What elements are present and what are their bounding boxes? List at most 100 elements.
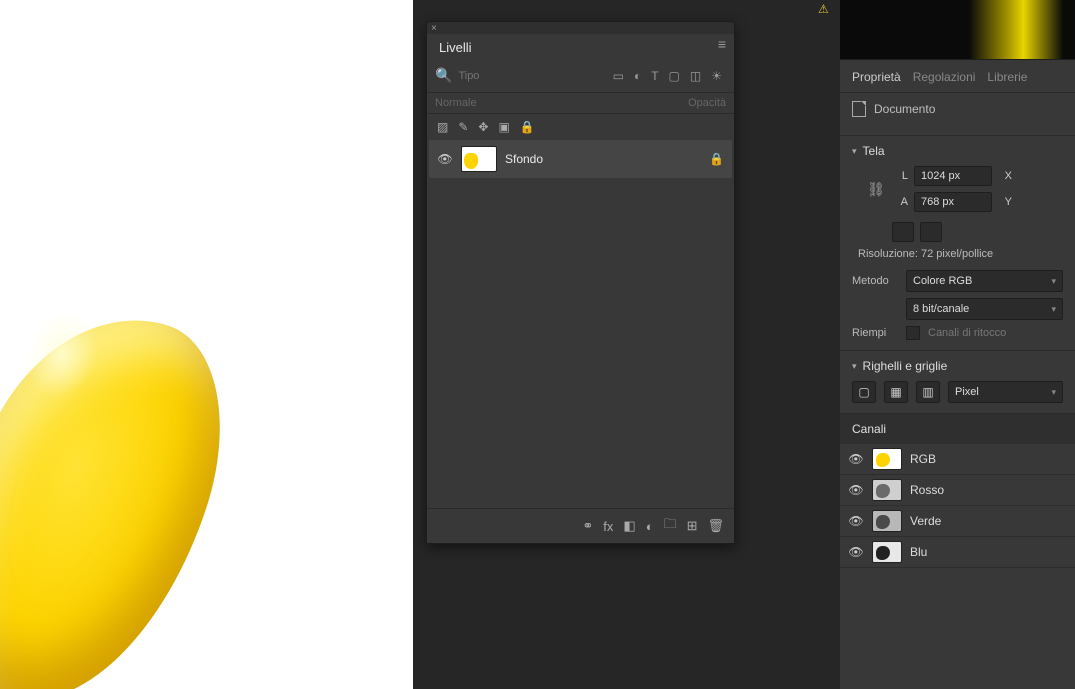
tab-properties[interactable]: Proprietà <box>852 70 901 84</box>
link-dimensions-icon[interactable]: ⛓ <box>862 181 890 198</box>
width-axis: X <box>1000 170 1012 182</box>
channel-name: Rosso <box>910 483 944 497</box>
bit-depth-select[interactable]: 8 bit/canale ▾ <box>906 298 1063 320</box>
panel-title: Livelli <box>439 40 472 55</box>
chevron-down-icon: ▾ <box>1051 304 1056 315</box>
lock-brush-icon[interactable]: ✎ <box>458 120 468 134</box>
metodo-label: Metodo <box>852 275 898 287</box>
lock-row: ▨ ✎ ✥ ▣ 🔒 <box>427 114 734 140</box>
filter-smart-icon[interactable]: ◫ <box>690 69 701 83</box>
channel-name: Verde <box>910 514 941 528</box>
link-layers-icon[interactable]: ⚭ <box>582 518 593 534</box>
tab-libraries[interactable]: Librerie <box>987 70 1027 84</box>
new-layer-icon[interactable]: ⊞ <box>687 518 698 534</box>
layer-row[interactable]: 👁 Sfondo 🔒 <box>429 140 732 178</box>
panel-drag-bar[interactable]: × <box>427 22 734 34</box>
orientation-landscape-button[interactable] <box>920 222 942 242</box>
width-letter: L <box>896 170 908 182</box>
filter-toggle-icon[interactable]: ☀ <box>711 69 722 83</box>
layer-filter-input[interactable] <box>458 70 600 82</box>
layer-thumbnail[interactable] <box>461 146 497 172</box>
bit-depth-value: 8 bit/canale <box>913 303 969 315</box>
channel-thumbnail <box>872 448 902 470</box>
rulers-toggle-button[interactable]: ▢ <box>852 381 876 403</box>
right-column: Proprietà Regolazioni Librerie Documento… <box>840 0 1075 689</box>
height-letter: A <box>896 196 908 208</box>
unit-value: Pixel <box>955 386 979 398</box>
fx-icon[interactable]: fx <box>603 519 613 534</box>
channel-name: Blu <box>910 545 927 559</box>
channel-thumbnail <box>872 541 902 563</box>
channel-thumbnail <box>872 479 902 501</box>
layers-panel: × Livelli ≡ 🔍 ▭ ◐ T ▢ ◫ ☀ Normale Opacit… <box>426 21 735 544</box>
color-mode-value: Colore RGB <box>913 275 972 287</box>
filter-type-icon[interactable]: T <box>651 69 658 83</box>
filter-icons: ▭ ◐ T ▢ ◫ ☀ <box>613 69 726 83</box>
blend-row: Normale Opacità <box>427 93 734 114</box>
chevron-down-icon: ▾ <box>1051 387 1056 398</box>
chevron-down-icon: ▾ <box>1051 276 1056 287</box>
channel-thumbnail <box>872 510 902 532</box>
document-header-section: Documento <box>840 93 1075 136</box>
fill-aux-label: Canali di ritocco <box>928 327 1006 339</box>
channel-row-red[interactable]: 👁 Rosso <box>840 475 1075 506</box>
tela-collapse[interactable]: Tela <box>852 144 1063 158</box>
mask-icon[interactable]: ◧ <box>623 518 635 534</box>
adjustment-icon[interactable]: ◐ <box>646 519 654 534</box>
canvas[interactable] <box>0 0 413 689</box>
close-panel-icon[interactable]: × <box>431 23 437 34</box>
document-icon <box>852 101 866 117</box>
channel-row-rgb[interactable]: 👁 RGB <box>840 444 1075 475</box>
lock-icon[interactable]: 🔒 <box>709 152 724 166</box>
delete-icon[interactable]: 🗑 <box>707 518 724 534</box>
tab-adjustments[interactable]: Regolazioni <box>913 70 976 84</box>
fill-label: Riempi <box>852 327 898 339</box>
width-input[interactable] <box>914 166 992 186</box>
visibility-eye-icon[interactable]: 👁 <box>848 483 864 497</box>
fill-checkbox[interactable] <box>906 326 920 340</box>
lock-all-icon[interactable]: 🔒 <box>520 120 535 134</box>
rulers-label: Righelli e griglie <box>863 359 948 373</box>
visibility-eye-icon[interactable]: 👁 <box>437 152 453 166</box>
resolution-text: Risoluzione: 72 pixel/pollice <box>858 248 1063 260</box>
channel-row-green[interactable]: 👁 Verde <box>840 506 1075 537</box>
unit-select[interactable]: Pixel ▾ <box>948 381 1063 403</box>
panel-header: Livelli ≡ <box>427 34 734 63</box>
group-icon[interactable]: 🗀 <box>664 515 677 537</box>
rulers-section: Righelli e griglie ▢ ▦ ▥ Pixel ▾ <box>840 351 1075 414</box>
lock-pixels-icon[interactable]: ▨ <box>437 120 448 134</box>
visibility-eye-icon[interactable]: 👁 <box>848 514 864 528</box>
channels-panel-title[interactable]: Canali <box>840 414 1075 444</box>
layers-footer: ⚭ fx ◧ ◐ 🗀 ⊞ 🗑 <box>427 508 734 543</box>
panel-menu-icon[interactable]: ≡ <box>718 36 726 52</box>
layers-empty-area[interactable] <box>427 178 734 508</box>
visibility-eye-icon[interactable]: 👁 <box>848 545 864 559</box>
opacity-label: Opacità <box>688 97 726 109</box>
channel-name: RGB <box>910 452 936 466</box>
navigator-preview[interactable] <box>840 0 1075 60</box>
height-axis: Y <box>1000 196 1012 208</box>
artwork-yellow-object <box>0 283 256 689</box>
grid-toggle-button[interactable]: ▦ <box>884 381 908 403</box>
properties-tabs: Proprietà Regolazioni Librerie <box>840 60 1075 93</box>
channel-list: 👁 RGB 👁 Rosso 👁 Verde 👁 Blu <box>840 444 1075 568</box>
guides-toggle-button[interactable]: ▥ <box>916 381 940 403</box>
lock-artboard-icon[interactable]: ▣ <box>498 120 509 134</box>
lock-move-icon[interactable]: ✥ <box>478 120 488 134</box>
channel-row-blue[interactable]: 👁 Blu <box>840 537 1075 568</box>
layer-filter-row: 🔍 ▭ ◐ T ▢ ◫ ☀ <box>427 63 734 93</box>
tela-label: Tela <box>863 144 885 158</box>
color-mode-select[interactable]: Colore RGB ▾ <box>906 270 1063 292</box>
filter-pixel-icon[interactable]: ▭ <box>613 69 624 83</box>
canvas-section: Tela ⛓ L X A Y Risoluzione: 72 pixel/pol… <box>840 136 1075 351</box>
visibility-eye-icon[interactable]: 👁 <box>848 452 864 466</box>
layer-name[interactable]: Sfondo <box>505 152 701 166</box>
filter-shape-icon[interactable]: ▢ <box>669 69 680 83</box>
rulers-collapse[interactable]: Righelli e griglie <box>852 359 1063 373</box>
height-input[interactable] <box>914 192 992 212</box>
orientation-portrait-button[interactable] <box>892 222 914 242</box>
search-icon[interactable]: 🔍 <box>435 67 452 84</box>
filter-adjustment-icon[interactable]: ◐ <box>634 69 641 83</box>
document-label: Documento <box>874 102 935 116</box>
blend-mode-select[interactable]: Normale <box>435 97 684 109</box>
